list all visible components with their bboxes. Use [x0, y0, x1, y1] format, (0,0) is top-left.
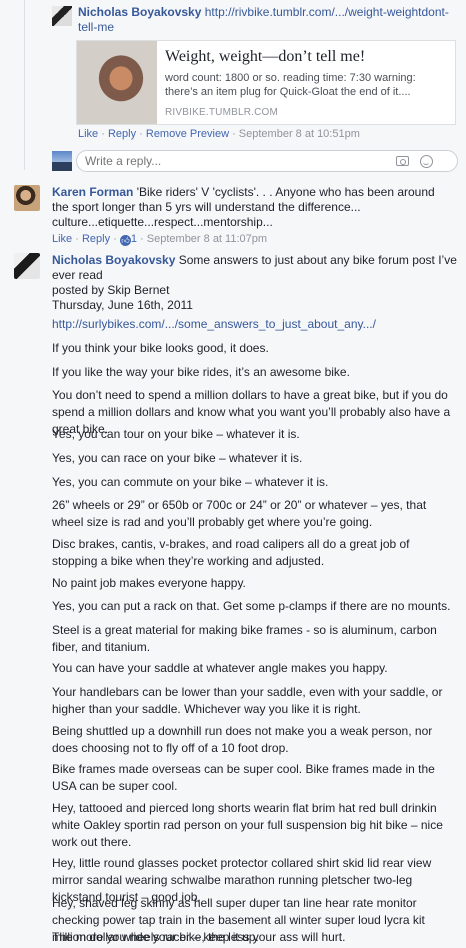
like-link[interactable]: Like	[78, 128, 98, 140]
paragraph: Hey, tattooed and pierced long shorts we…	[52, 801, 443, 849]
separator: ·	[137, 233, 147, 245]
paragraph: Bike frames made overseas can be super c…	[52, 762, 435, 793]
paragraph: If you think your bike looks good, it do…	[52, 341, 269, 355]
paragraph: Steel is a great material for making bik…	[52, 623, 437, 654]
reply-input-box[interactable]	[76, 150, 458, 172]
separator: ·	[98, 128, 108, 140]
remove-preview-link[interactable]: Remove Preview	[146, 128, 229, 140]
comment-author[interactable]: Nicholas Boyakovsky	[78, 5, 201, 19]
avatar	[52, 151, 72, 171]
paragraph: You can have your saddle at whatever ang…	[52, 661, 388, 675]
thread-line	[24, 0, 25, 170]
preview-description: word count: 1800 or so. reading time: 7:…	[165, 72, 416, 98]
reply-input[interactable]	[85, 154, 385, 168]
separator: ·	[72, 233, 82, 245]
reply-link[interactable]: Reply	[108, 128, 136, 140]
comment: Nicholas Boyakovsky Some answers to just…	[52, 253, 458, 313]
comment-actions: Like · Reply · Remove Preview · Septembe…	[78, 128, 360, 140]
comment-author[interactable]: Nicholas Boyakovsky	[52, 253, 175, 267]
posted-by: posted by Skip Bernet	[52, 283, 170, 297]
timestamp[interactable]: September 8 at 10:51pm	[239, 128, 360, 140]
paragraph: Yes, you can put a rack on that. Get som…	[52, 599, 451, 613]
avatar[interactable]	[14, 185, 40, 211]
paragraph: Being shuttled up a downhill run does no…	[52, 724, 433, 755]
camera-icon[interactable]	[396, 156, 409, 166]
avatar[interactable]	[52, 6, 72, 26]
paragraph: Yes, you can commute on your bike – what…	[52, 475, 329, 489]
paragraph: The more you ride your bike, the less yo…	[52, 930, 346, 944]
comment: Karen Forman 'Bike riders' V 'cyclists'.…	[52, 185, 454, 230]
paragraph: Yes, you can race on your bike – whateve…	[52, 451, 303, 465]
comment-author[interactable]: Karen Forman	[52, 185, 133, 199]
comment-actions: Like · Reply · 👍︎1 · September 8 at 11:0…	[52, 233, 267, 246]
reply-comment: Nicholas Boyakovsky http://rivbike.tumbl…	[78, 5, 460, 35]
preview-thumbnail	[77, 41, 157, 124]
like-link[interactable]: Like	[52, 233, 72, 245]
thumbs-up-icon: 👍︎	[119, 235, 131, 246]
paragraph: Your handlebars can be lower than your s…	[52, 685, 443, 716]
paragraph: If you like the way your bike rides, it’…	[52, 365, 350, 379]
timestamp[interactable]: September 8 at 11:07pm	[147, 233, 267, 245]
paragraph: Yes, you can tour on your bike – whateve…	[52, 427, 300, 441]
post-date: Thursday, June 16th, 2011	[52, 298, 193, 312]
reply-link[interactable]: Reply	[82, 233, 110, 245]
avatar[interactable]	[14, 253, 40, 279]
preview-domain: RIVBIKE.TUMBLR.COM	[165, 107, 279, 118]
source-link[interactable]: http://surlybikes.com/.../some_answers_t…	[52, 316, 458, 333]
link-preview-card[interactable]: Weight, weight—don’t tell me! word count…	[76, 40, 456, 125]
preview-title: Weight, weight—don’t tell me!	[165, 48, 366, 65]
separator: ·	[136, 128, 146, 140]
separator: ·	[229, 128, 239, 140]
separator: ·	[110, 233, 120, 245]
paragraph: No paint job makes everyone happy.	[52, 576, 246, 590]
paragraph: 26” wheels or 29” or 650b or 700c or 24”…	[52, 498, 427, 529]
paragraph: Disc brakes, cantis, v-brakes, and road …	[52, 537, 410, 568]
emoji-icon[interactable]	[420, 155, 433, 168]
